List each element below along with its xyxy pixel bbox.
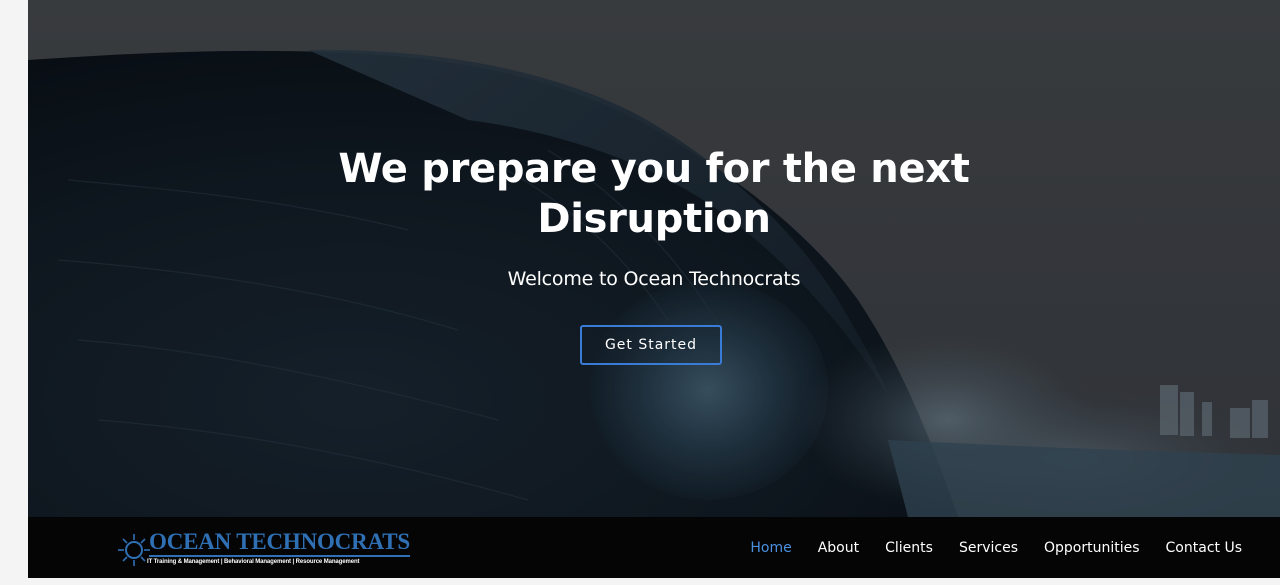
hero-title-line-2: Disruption	[537, 196, 771, 242]
page: We prepare you for the next Disruption W…	[28, 0, 1280, 585]
nav-item-opportunities[interactable]: Opportunities	[1044, 538, 1140, 558]
hero-title-line-1: We prepare you for the next	[338, 146, 970, 192]
hero-title: We prepare you for the next Disruption	[28, 144, 1280, 244]
logo-tagline: IT Training & Management | Behavioral Ma…	[147, 559, 360, 565]
site-logo[interactable]: OCEAN TECHNOCRATS IT Training & Manageme…	[116, 524, 416, 572]
nav-item-services[interactable]: Services	[959, 538, 1018, 558]
nav-item-contact-us[interactable]: Contact Us	[1166, 538, 1242, 558]
hero-background-wave-image	[28, 0, 1280, 517]
nav-item-about[interactable]: About	[818, 538, 859, 558]
navbar: OCEAN TECHNOCRATS IT Training & Manageme…	[28, 517, 1280, 578]
hero-section: We prepare you for the next Disruption W…	[28, 0, 1280, 517]
logo-name: OCEAN TECHNOCRATS	[149, 530, 410, 557]
hero-subtitle: Welcome to Ocean Technocrats	[507, 268, 801, 290]
nav-item-clients[interactable]: Clients	[885, 538, 933, 558]
nav-item-home[interactable]: Home	[750, 538, 791, 558]
main-nav: Home About Clients Services Opportunitie…	[750, 517, 1242, 578]
get-started-button[interactable]: Get Started	[580, 325, 722, 365]
